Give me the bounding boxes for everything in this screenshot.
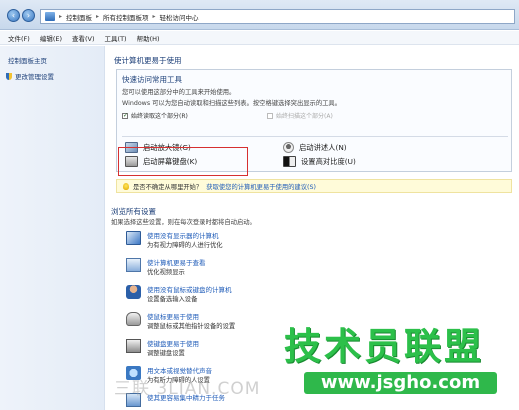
sidebar-item-label: 控制面板主页 (8, 57, 47, 65)
breadcrumb-ease-of-access[interactable]: 轻松访问中心 (160, 12, 199, 22)
setting-desc: 调整鼠标或其他指针设备的设置 (147, 323, 236, 330)
sidebar: 控制面板主页 更改管理设置 (0, 46, 105, 410)
setting-title[interactable]: 使用没有鼠标或键盘的计算机 (147, 284, 232, 294)
watermark-3lian: 三联 3LIAN.COM (114, 379, 261, 399)
checkbox-label: 始终扫描这个部分(A) (276, 113, 333, 120)
setting-title[interactable]: 使计算机更易于查看 (147, 257, 206, 267)
browse-settings-subtitle: 如果选择这些设置，则在每次登录时都将自动启动。 (111, 219, 256, 226)
setting-desc: 优化视频显示 (147, 269, 185, 276)
breadcrumb-all-items[interactable]: 所有控制面板项 (103, 12, 149, 22)
menu-file[interactable]: 文件(F) (8, 33, 30, 43)
forward-arrow-icon[interactable]: › (22, 9, 35, 22)
checkbox-checked-icon: ✓ (122, 111, 129, 119)
setting-desc: 为有视力障碍的人进行优化 (147, 242, 223, 249)
quick-access-title: 快速访问常用工具 (122, 75, 182, 84)
setting-desc: 调整键盘设置 (147, 350, 185, 357)
setting-desc: 设置备选输入设备 (147, 296, 198, 303)
back-arrow-icon[interactable]: ‹ (7, 9, 20, 22)
menu-help[interactable]: 帮助(H) (137, 33, 160, 43)
tool-label: 启动讲述人(N) (299, 142, 347, 152)
get-recommendations-link[interactable]: 获取使您的计算机更易于使用的建议(S) (206, 182, 316, 191)
breadcrumb-separator: ▸ (59, 13, 63, 20)
mouse-icon (126, 312, 141, 326)
checkbox-unchecked-icon (267, 112, 273, 119)
menu-bar: 文件(F) 编辑(E) 查看(V) 工具(T) 帮助(H) (0, 31, 519, 45)
contrast-icon (283, 156, 296, 167)
address-bar[interactable]: ▸ 控制面板 ▸ 所有控制面板项 ▸ 轻松访问中心 (40, 9, 515, 24)
checkbox-label: 始终读取这个部分(R) (131, 113, 188, 120)
narrator-icon (283, 142, 294, 153)
sidebar-item-admin-settings[interactable]: 更改管理设置 (6, 71, 54, 81)
always-scan-checkbox[interactable]: 始终扫描这个部分(A) (267, 111, 333, 120)
sidebar-item-label: 更改管理设置 (15, 73, 54, 81)
breadcrumb-separator: ▸ (152, 13, 156, 20)
title-bar: ‹ › ▸ 控制面板 ▸ 所有控制面板项 ▸ 轻松访问中心 (0, 0, 519, 30)
suggestion-bar: 是否不确定从哪里开始？ 获取使您的计算机更易于使用的建议(S) (116, 179, 512, 193)
browse-settings-title: 浏览所有设置 (111, 207, 156, 216)
page-title: 使计算机更易于使用 (114, 56, 182, 65)
display-icon (126, 258, 141, 272)
keyboard-settings-icon (126, 339, 141, 353)
breadcrumb-separator: ▸ (96, 13, 100, 20)
setting-title[interactable]: 使用没有显示器的计算机 (147, 230, 219, 240)
menu-tools[interactable]: 工具(T) (105, 33, 127, 43)
breadcrumb-control-panel[interactable]: 控制面板 (66, 12, 92, 22)
control-panel-icon (45, 12, 55, 21)
lightbulb-icon (123, 182, 129, 190)
screen-reader-icon (126, 231, 141, 245)
shield-icon (6, 72, 12, 80)
setting-title[interactable]: 使键盘更易于使用 (147, 338, 199, 348)
start-narrator-button[interactable]: 启动讲述人(N) (283, 142, 347, 153)
menu-view[interactable]: 查看(V) (72, 33, 95, 43)
always-read-checkbox[interactable]: ✓ 始终读取这个部分(R) (122, 111, 188, 120)
sidebar-item-home[interactable]: 控制面板主页 (8, 55, 47, 65)
setting-title[interactable]: 使鼠标更易于使用 (147, 311, 199, 321)
main-content: 使计算机更易于使用 快速访问常用工具 您可以使用这部分中的工具来开始使用。 Wi… (106, 46, 519, 410)
quick-access-line-1: 您可以使用这部分中的工具来开始使用。 (122, 89, 236, 96)
set-high-contrast-button[interactable]: 设置高对比度(U) (283, 156, 356, 167)
divider (122, 136, 508, 137)
suggestion-question: 是否不确定从哪里开始？ (133, 183, 203, 191)
person-icon (126, 285, 141, 299)
tool-label: 设置高对比度(U) (301, 156, 356, 166)
menu-edit[interactable]: 编辑(E) (40, 33, 62, 43)
quick-access-line-2: Windows 可以为您自动读取和扫描这些列表。按空格键选择突出显示的工具。 (122, 100, 342, 107)
highlight-frame (118, 147, 248, 176)
